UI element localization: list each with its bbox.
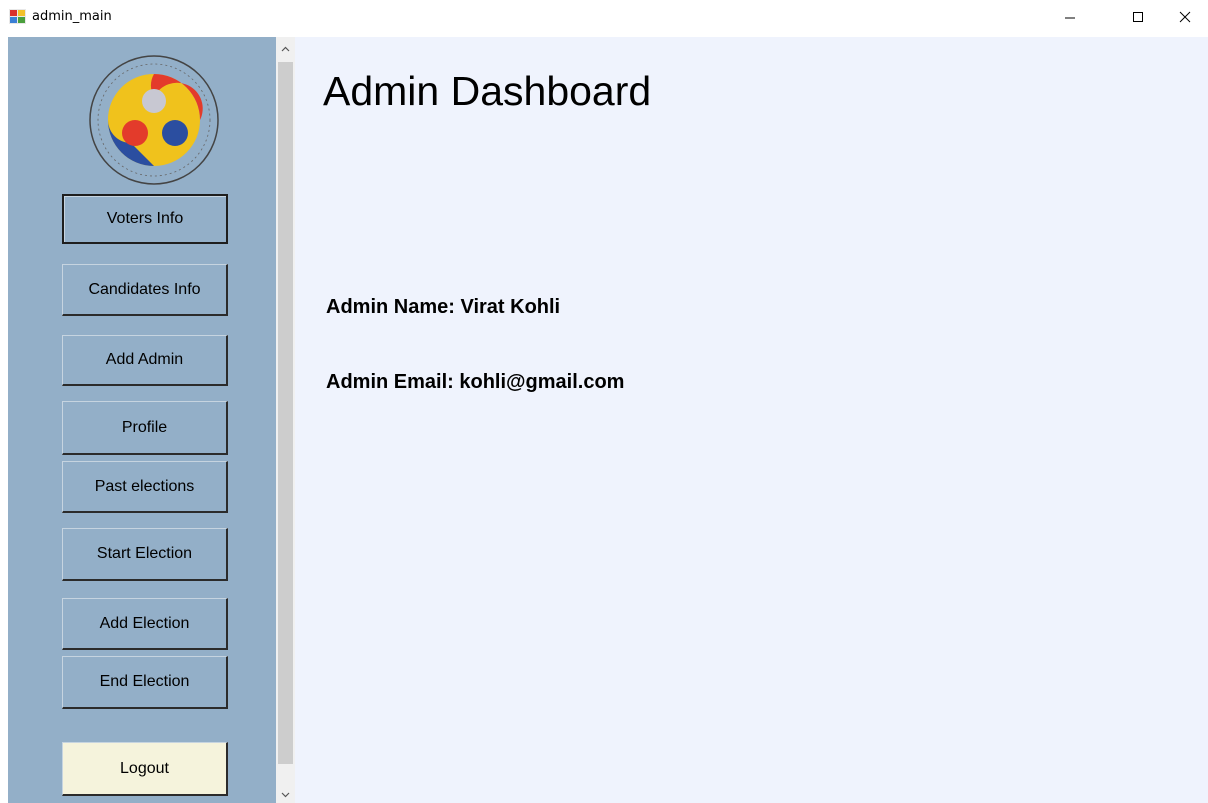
start-election-label: Start Election — [96, 545, 193, 562]
close-icon — [1179, 11, 1191, 22]
scroll-up-button[interactable] — [276, 40, 295, 57]
minimize-icon — [1065, 17, 1075, 18]
start-election-button[interactable]: Start Election — [62, 528, 228, 581]
window-title: admin_main — [32, 9, 112, 24]
chevron-up-icon — [281, 46, 290, 51]
scroll-thumb[interactable] — [278, 62, 293, 764]
institute-logo — [89, 55, 219, 185]
add-admin-label: Add Admin — [105, 351, 184, 368]
main-panel: Admin Dashboard Admin Name: Virat Kohli … — [295, 37, 1208, 803]
end-election-label: End Election — [99, 673, 190, 690]
logout-label: Logout — [120, 759, 169, 777]
chevron-down-icon — [281, 792, 290, 797]
add-election-label: Add Election — [99, 614, 190, 632]
title-bar: admin_main — [0, 0, 1208, 37]
minimize-button[interactable] — [1047, 0, 1093, 33]
add-election-button[interactable]: Add Election — [62, 598, 228, 650]
vertical-scrollbar[interactable] — [276, 37, 295, 803]
past-elections-label: Past elections — [94, 477, 195, 495]
sidebar: Voters Info Candidates Info Add Admin Pr… — [8, 37, 276, 803]
logout-button[interactable]: Logout — [62, 742, 228, 796]
end-election-button[interactable]: End Election — [62, 656, 228, 709]
past-elections-button[interactable]: Past elections — [62, 461, 228, 513]
close-button[interactable] — [1162, 0, 1208, 33]
maximize-button[interactable] — [1115, 0, 1161, 33]
add-admin-button[interactable]: Add Admin — [62, 335, 228, 386]
voters-info-button[interactable]: Voters Info — [62, 194, 228, 244]
scroll-down-button[interactable] — [276, 786, 295, 803]
profile-label: Profile — [121, 418, 168, 436]
admin-email-label: Admin Email: kohli@gmail.com — [326, 371, 625, 393]
profile-button[interactable]: Profile — [62, 401, 228, 455]
candidates-info-button[interactable]: Candidates Info — [62, 264, 228, 316]
candidates-info-label: Candidates Info — [88, 280, 201, 298]
admin-name-label: Admin Name: Virat Kohli — [326, 296, 561, 318]
app-icon — [9, 9, 26, 24]
page-title: Admin Dashboard — [323, 68, 652, 114]
voters-info-label: Voters Info — [106, 210, 184, 227]
maximize-icon — [1133, 11, 1143, 22]
